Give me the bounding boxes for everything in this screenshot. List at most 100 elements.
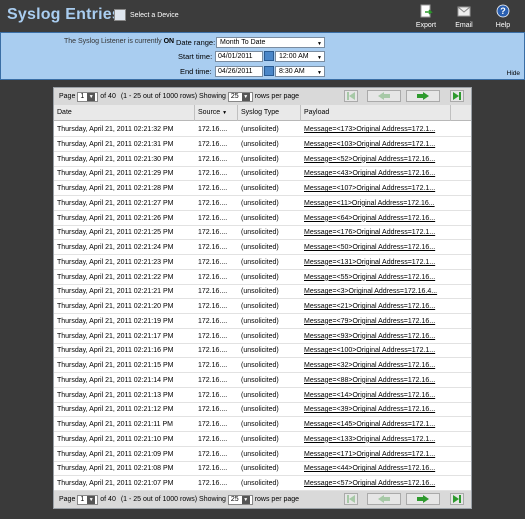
row-payload-link[interactable]: Message=<21>Original Address=172.16... [301, 299, 446, 314]
table-row[interactable]: Thursday, April 21, 2011 02:21:30 PM 172.… [54, 152, 471, 167]
calendar-icon[interactable] [264, 66, 274, 76]
last-page-button[interactable] [450, 90, 464, 102]
page-select[interactable]: 1 ▼ [77, 494, 99, 505]
row-payload-link[interactable]: Message=<55>Original Address=172.16... [301, 270, 446, 285]
row-payload-link[interactable]: Message=<100>Original Address=172.1... [301, 343, 446, 358]
table-row[interactable]: Thursday, April 21, 2011 02:21:11 PM 172.… [54, 417, 471, 432]
previous-page-button[interactable] [367, 90, 401, 102]
table-row[interactable]: Thursday, April 21, 2011 02:21:21 PM 172.… [54, 284, 471, 300]
table-row[interactable]: Thursday, April 21, 2011 02:21:14 PM 172.… [54, 373, 471, 388]
next-page-button[interactable] [406, 493, 440, 505]
table-row[interactable]: Thursday, April 21, 2011 02:21:10 PM 172.… [54, 432, 471, 447]
row-source: 172.16.... [198, 273, 228, 281]
rows-per-page-select[interactable]: 25 ▼ [227, 91, 253, 102]
table-row[interactable]: Thursday, April 21, 2011 02:21:15 PM 172.… [54, 358, 471, 373]
start-time-value: 12:00 AM [279, 53, 309, 60]
row-type: (unsolicited) [241, 303, 279, 310]
row-payload-link[interactable]: Message=<14>Original Address=172.16... [301, 388, 446, 403]
table-row[interactable]: Thursday, April 21, 2011 02:21:20 PM 172.… [54, 299, 471, 314]
row-type: (unsolicited) [241, 391, 279, 399]
table-row[interactable]: Thursday, April 21, 2011 02:21:23 PM 172.… [54, 255, 471, 270]
first-page-button[interactable] [344, 90, 358, 102]
page-select[interactable]: 1 ▼ [77, 91, 99, 102]
row-payload-link[interactable]: Message=<171>Original Address=172.1... [301, 447, 446, 462]
row-payload-link[interactable]: Message=<88>Original Address=172.16... [301, 373, 446, 388]
next-page-button[interactable] [406, 90, 440, 102]
row-payload-link[interactable]: Message=<64>Original Address=172.16... [301, 211, 446, 226]
page-title: Syslog Entries [7, 6, 121, 23]
table-row[interactable]: Thursday, April 21, 2011 02:21:22 PM 172.… [54, 270, 471, 285]
start-time-select[interactable]: 12:00 AM ▼ [275, 51, 325, 62]
help-button[interactable]: ? Help [488, 4, 518, 29]
hide-link[interactable]: Hide [507, 70, 520, 77]
row-source: 172.16.... [198, 421, 228, 428]
rows-per-page-label: rows per page [254, 93, 300, 100]
table-row[interactable]: Thursday, April 21, 2011 02:21:31 PM 172.… [54, 137, 471, 152]
row-payload-link[interactable]: Message=<173>Original Address=172.1... [301, 122, 446, 137]
column-header-source[interactable]: Source ▼ [195, 105, 238, 121]
page-label: Page [59, 93, 76, 100]
row-date: Thursday, April 21, 2011 02:21:20 PM [57, 303, 174, 310]
row-source: 172.16.... [198, 317, 228, 325]
column-header-payload[interactable]: Payload [301, 105, 451, 121]
row-payload-link[interactable]: Message=<43>Original Address=172.16... [301, 166, 446, 181]
row-type: (unsolicited) [241, 347, 279, 355]
row-payload-link[interactable]: Message=<107>Original Address=172.1... [301, 181, 446, 196]
row-payload-link[interactable]: Message=<79>Original Address=172.16... [301, 314, 446, 329]
arrow-left-icon [378, 92, 390, 100]
select-device-label: Select a Device [130, 11, 179, 19]
row-payload-link[interactable]: Message=<133>Original Address=172.1... [301, 432, 446, 447]
row-payload-link[interactable]: Message=<93>Original Address=172.16... [301, 329, 446, 344]
table-row[interactable]: Thursday, April 21, 2011 02:21:32 PM 172.… [54, 122, 471, 137]
table-row[interactable]: Thursday, April 21, 2011 02:21:09 PM 172.… [54, 447, 471, 462]
table-row[interactable]: Thursday, April 21, 2011 02:21:12 PM 172.… [54, 402, 471, 418]
email-button[interactable]: Email [449, 4, 479, 29]
table-row[interactable]: Thursday, April 21, 2011 02:21:24 PM 172.… [54, 240, 471, 255]
table-row[interactable]: Thursday, April 21, 2011 02:21:19 PM 172.… [54, 314, 471, 329]
first-page-button[interactable] [344, 493, 358, 505]
row-source: 172.16.... [198, 126, 228, 133]
row-payload-link[interactable]: Message=<145>Original Address=172.1... [301, 417, 446, 432]
table-row[interactable]: Thursday, April 21, 2011 02:21:25 PM 172.… [54, 225, 471, 241]
column-header-date[interactable]: Date [54, 105, 195, 121]
table-row[interactable]: Thursday, April 21, 2011 02:21:16 PM 172.… [54, 343, 471, 359]
chevron-down-icon: ▼ [241, 495, 250, 504]
table-row[interactable]: Thursday, April 21, 2011 02:21:08 PM 172.… [54, 461, 471, 477]
row-payload-link[interactable]: Message=<11>Original Address=172.16... [301, 196, 446, 211]
row-payload-link[interactable]: Message=<39>Original Address=172.16... [301, 402, 446, 417]
column-header-source-label: Source [198, 109, 221, 116]
row-payload-link[interactable]: Message=<44>Original Address=172.16... [301, 461, 446, 476]
rows-per-page-select[interactable]: 25 ▼ [227, 494, 253, 505]
table-row[interactable]: Thursday, April 21, 2011 02:21:07 PM 172.… [54, 476, 471, 491]
row-payload-link[interactable]: Message=<176>Original Address=172.1... [301, 225, 446, 240]
select-device-button[interactable]: Select a Device [114, 9, 179, 21]
previous-page-button[interactable] [367, 493, 401, 505]
start-date-field[interactable]: 04/01/2011 [215, 51, 263, 62]
row-source: 172.16.... [198, 140, 228, 148]
row-payload-link[interactable]: Message=<103>Original Address=172.1... [301, 137, 446, 152]
row-payload-link[interactable]: Message=<3>Original Address=172.16.4... [301, 284, 446, 299]
calendar-icon[interactable] [264, 51, 274, 61]
table-row[interactable]: Thursday, April 21, 2011 02:21:28 PM 172.… [54, 181, 471, 196]
row-date: Thursday, April 21, 2011 02:21:25 PM [57, 229, 174, 237]
export-icon [420, 4, 433, 18]
row-payload-link[interactable]: Message=<50>Original Address=172.16... [301, 240, 446, 255]
column-header-type[interactable]: Syslog Type [238, 105, 301, 121]
end-date-field[interactable]: 04/26/2011 [215, 66, 263, 77]
row-payload-link[interactable]: Message=<52>Original Address=172.16... [301, 152, 446, 167]
date-range-select[interactable]: Month To Date ▼ [216, 37, 325, 48]
end-time-select[interactable]: 8:30 AM ▼ [275, 66, 325, 77]
export-button[interactable]: Export [411, 4, 441, 29]
table-row[interactable]: Thursday, April 21, 2011 02:21:26 PM 172.… [54, 211, 471, 226]
table-row[interactable]: Thursday, April 21, 2011 02:21:29 PM 172.… [54, 166, 471, 182]
last-page-button[interactable] [450, 493, 464, 505]
row-payload-link[interactable]: Message=<32>Original Address=172.16... [301, 358, 446, 373]
end-time-value: 8:30 AM [279, 68, 305, 75]
table-row[interactable]: Thursday, April 21, 2011 02:21:17 PM 172.… [54, 329, 471, 344]
row-payload-link[interactable]: Message=<57>Original Address=172.16... [301, 476, 446, 491]
table-row[interactable]: Thursday, April 21, 2011 02:21:13 PM 172.… [54, 388, 471, 403]
arrow-left-icon [378, 495, 390, 503]
row-payload-link[interactable]: Message=<131>Original Address=172.1... [301, 255, 446, 270]
table-row[interactable]: Thursday, April 21, 2011 02:21:27 PM 172.… [54, 196, 471, 211]
row-date: Thursday, April 21, 2011 02:21:11 PM [57, 421, 173, 428]
